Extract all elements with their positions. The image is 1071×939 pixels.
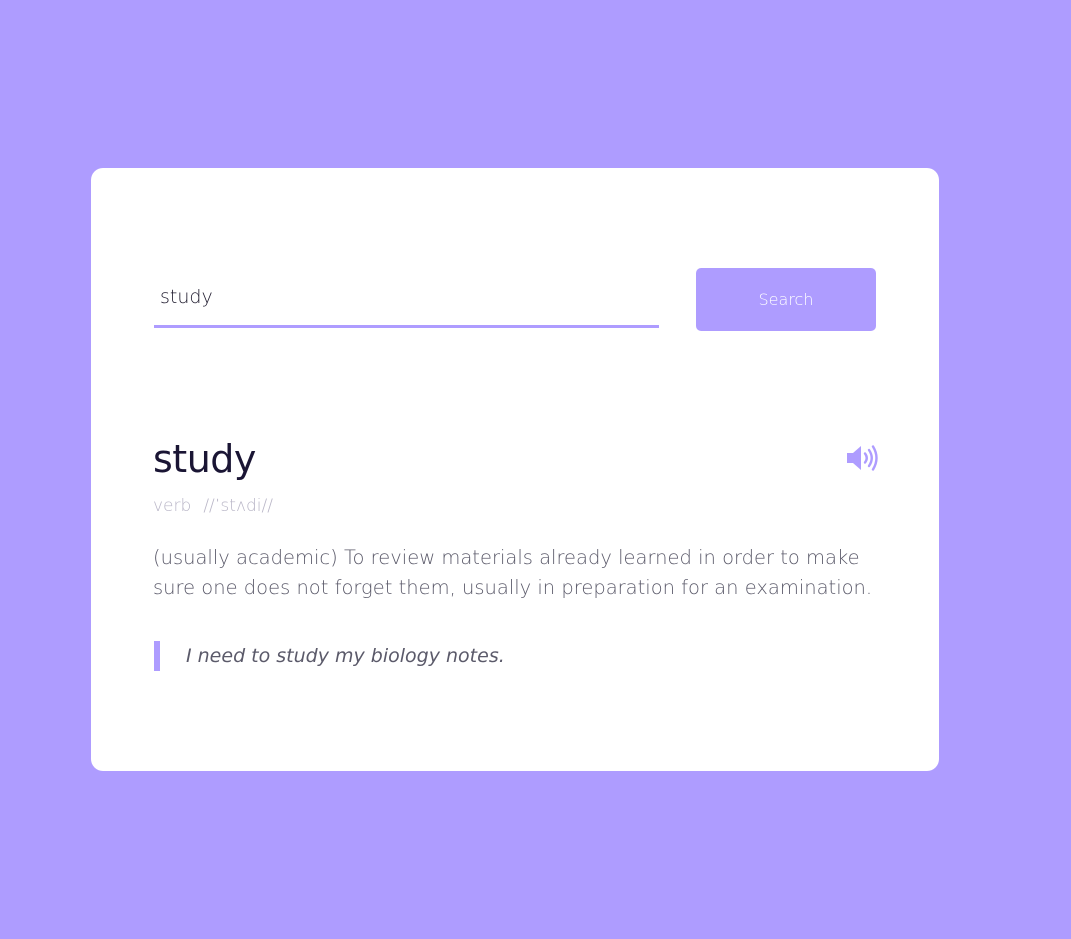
search-bar: Search	[154, 268, 876, 331]
dictionary-card: Search study verb //ˈstʌdi// (usually aca…	[91, 168, 939, 771]
definition-text: (usually academic) To review materials a…	[153, 546, 873, 599]
phonetic: //ˈstʌdi//	[203, 496, 273, 516]
search-input[interactable]	[154, 268, 659, 328]
word-title: study	[153, 437, 256, 481]
part-of-speech: verb	[153, 496, 192, 516]
play-pronunciation-button[interactable]	[845, 442, 879, 474]
search-button[interactable]: Search	[696, 268, 876, 331]
word-meta: verb //ˈstʌdi//	[153, 494, 273, 518]
speaker-volume-icon	[847, 445, 878, 471]
example-quote: I need to study my biology notes.	[154, 641, 505, 671]
